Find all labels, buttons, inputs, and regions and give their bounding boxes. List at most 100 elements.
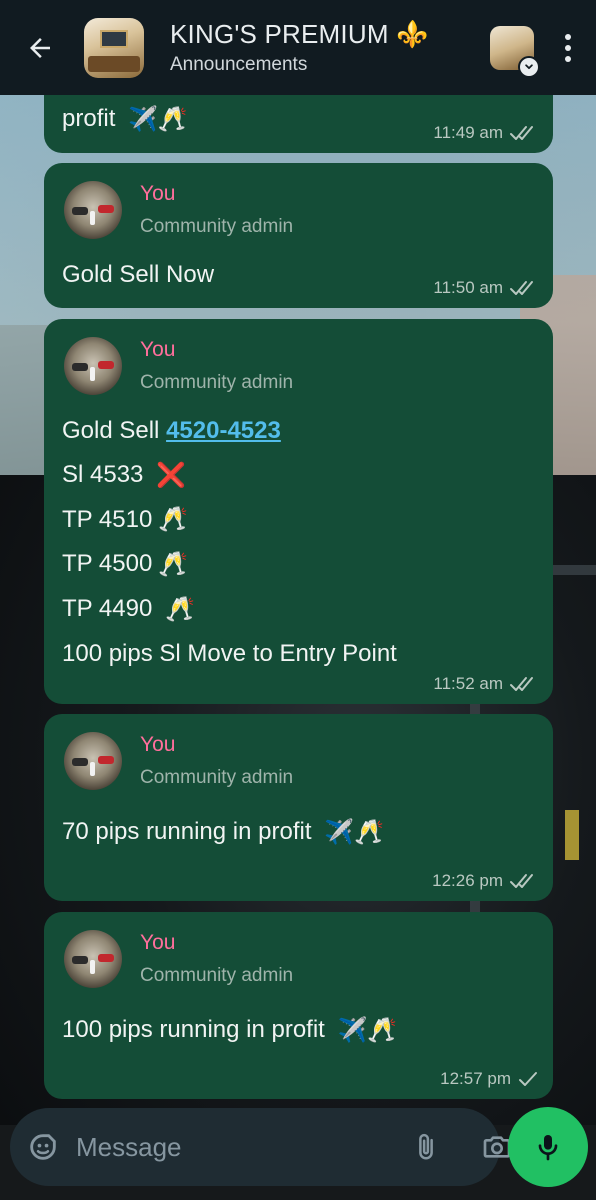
attach-button[interactable] (411, 1125, 441, 1169)
message-line: 70 pips running in profit ✈️🥂 (62, 810, 535, 855)
sticker-button[interactable] (26, 1125, 60, 1169)
double-check-icon (510, 874, 533, 888)
message-time: 11:50 am (433, 278, 503, 297)
message-time: 11:49 am (433, 123, 503, 142)
message-sender: You Community admin (62, 930, 535, 988)
cross-mark-emoji: ❌ (156, 461, 186, 489)
message-sender: You Community admin (62, 337, 535, 395)
more-vert-icon (565, 55, 571, 62)
message-line-text: profit (62, 105, 123, 132)
sender-name: You (140, 733, 176, 756)
message-sender: You Community admin (62, 732, 535, 790)
sender-role: Community admin (140, 216, 294, 237)
message-meta: 12:26 pm (432, 871, 539, 891)
message-text: 100 pips running in profit ✈️🥂 (62, 1008, 535, 1053)
message-meta: 11:50 am (433, 278, 539, 298)
message-line-text: Sl 4533 (62, 461, 151, 488)
price-range-link[interactable]: 4520-4523 (166, 417, 281, 444)
avatar-car-shape (98, 205, 114, 213)
message-meta: 11:52 am (433, 674, 539, 694)
avatar-car-shape (72, 758, 88, 766)
sender-name: You (140, 931, 176, 954)
message-list[interactable]: profit ✈️🥂 11:49 am You Community admin … (0, 95, 596, 1105)
message-line-text: 100 pips Sl Move to Entry Point (62, 639, 397, 667)
sender-name: You (140, 338, 176, 361)
champagne-emoji: 🥂 (164, 595, 195, 623)
chat-subtitle: Announcements (170, 54, 308, 75)
message-line: 100 pips Sl Move to Entry Point (62, 632, 535, 676)
message-time: 11:52 am (433, 674, 503, 693)
more-options-button[interactable] (548, 20, 588, 76)
message-line: TP 4500 🥂 (62, 542, 535, 587)
mic-icon (538, 1135, 558, 1161)
airplane-champagne-emoji: ✈️🥂 (128, 105, 188, 133)
avatar-car-shape (98, 954, 114, 962)
avatar-car-shape (72, 363, 88, 371)
message-line-text: TP 4500 (62, 550, 153, 578)
airplane-champagne-emoji: ✈️🥂 (337, 1016, 398, 1044)
group-avatar[interactable] (84, 17, 144, 78)
message-bubble[interactable]: You Community admin Gold Sell 4520-4523 … (44, 319, 553, 704)
message-line: TP 4510 🥂 (62, 498, 535, 543)
community-avatar[interactable] (490, 25, 540, 78)
avatar-person-shape (90, 762, 95, 776)
message-line: TP 4490 🥂 (62, 587, 535, 632)
sender-avatar[interactable] (64, 732, 122, 790)
sticker-icon (30, 1134, 56, 1160)
double-check-icon (510, 281, 533, 295)
back-button[interactable] (12, 20, 68, 76)
message-line-text: TP 4510 (62, 505, 153, 533)
sender-meta: You Community admin (140, 931, 293, 987)
avatar-frame-shape (100, 29, 128, 48)
message-time: 12:26 pm (432, 871, 503, 890)
message-line: Sl 4533 ❌ (62, 453, 535, 498)
sender-avatar[interactable] (64, 930, 122, 988)
champagne-emoji: 🥂 (158, 506, 189, 534)
message-bubble[interactable]: profit ✈️🥂 11:49 am (44, 95, 553, 153)
message-line-text: 70 pips running in profit (62, 818, 319, 845)
message-sender: You Community admin (62, 181, 535, 239)
single-check-icon (519, 1072, 537, 1086)
sender-role: Community admin (140, 372, 294, 393)
chat-title-block[interactable]: KING'S PREMIUM ⚜️ Announcements (170, 19, 490, 76)
double-check-icon (510, 126, 533, 140)
sender-role: Community admin (140, 767, 294, 788)
voice-record-button[interactable] (508, 1107, 588, 1187)
message-line-text: TP 4490 (62, 594, 159, 622)
composer-bar (10, 1108, 511, 1186)
sender-meta: You Community admin (140, 338, 293, 394)
message-input[interactable] (76, 1122, 411, 1172)
sender-avatar[interactable] (64, 181, 122, 239)
message-meta: 12:57 pm (440, 1069, 539, 1089)
chat-header: KING'S PREMIUM ⚜️ Announcements (0, 0, 596, 95)
avatar-car-shape (72, 956, 88, 964)
sender-avatar[interactable] (64, 337, 122, 395)
message-bubble[interactable]: You Community admin Gold Sell Now 11:50 … (44, 163, 553, 308)
champagne-emoji: 🥂 (158, 550, 189, 578)
message-text: Gold Sell 4520-4523 Sl 4533 ❌ TP 4510 🥂 T… (62, 409, 535, 676)
message-meta: 11:49 am (433, 123, 539, 143)
avatar-car-shape (98, 361, 114, 369)
sender-meta: You Community admin (140, 182, 293, 238)
message-line-text: Gold Sell (62, 417, 167, 444)
avatar-person-shape (90, 960, 95, 974)
community-badge (518, 55, 540, 78)
more-vert-icon (565, 33, 571, 40)
avatar-person-shape (90, 211, 95, 225)
avatar-car-shape (72, 207, 88, 215)
sender-meta: You Community admin (140, 733, 293, 789)
double-check-icon (510, 677, 533, 691)
sender-role: Community admin (140, 965, 294, 986)
airplane-champagne-emoji: ✈️🥂 (324, 818, 384, 846)
avatar-car-shape (98, 756, 114, 764)
message-bubble[interactable]: You Community admin 70 pips running in p… (44, 714, 553, 901)
message-text: 70 pips running in profit ✈️🥂 (62, 810, 535, 855)
avatar-person-shape (90, 367, 95, 381)
back-arrow-icon (30, 37, 50, 58)
chat-title: KING'S PREMIUM ⚜️ (170, 19, 429, 49)
message-line: Gold Sell 4520-4523 (62, 409, 535, 453)
attach-icon (419, 1133, 433, 1160)
message-bubble[interactable]: You Community admin 100 pips running in … (44, 912, 553, 1099)
message-time: 12:57 pm (440, 1069, 511, 1088)
more-vert-icon (565, 44, 571, 51)
